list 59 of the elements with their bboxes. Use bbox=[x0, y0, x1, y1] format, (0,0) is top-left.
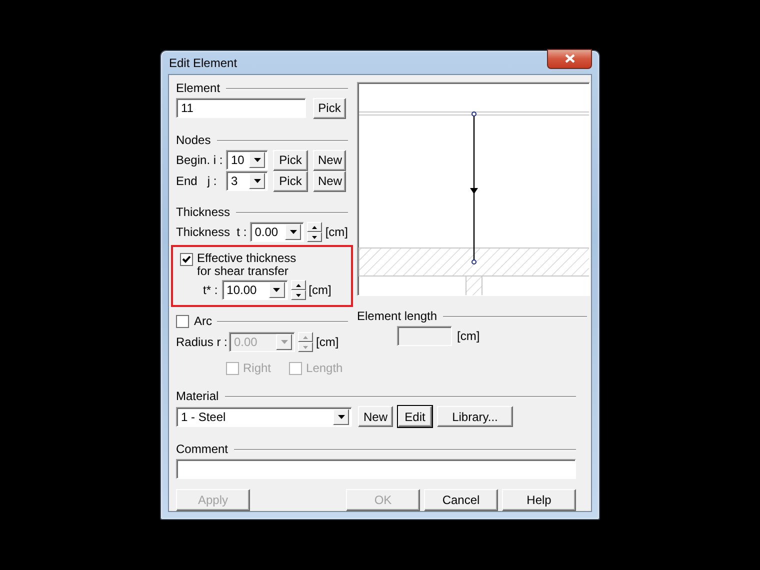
window-title: Edit Element bbox=[169, 56, 238, 70]
up-arrow-icon bbox=[303, 336, 308, 338]
element-field[interactable]: 11 bbox=[176, 98, 306, 118]
length-field bbox=[397, 326, 452, 346]
checkbox[interactable] bbox=[180, 253, 193, 266]
effective-thickness-dropdown[interactable]: 10.00 bbox=[222, 280, 288, 300]
group-label: Thickness bbox=[176, 206, 230, 219]
up-arrow-icon bbox=[296, 284, 301, 286]
group-label: Element bbox=[176, 82, 220, 95]
pick-button[interactable]: Pick bbox=[313, 98, 346, 118]
pick-button[interactable]: Pick bbox=[273, 150, 308, 170]
close-icon bbox=[564, 54, 574, 63]
material-button[interactable]: Edit bbox=[398, 406, 432, 427]
unit-label: [cm] bbox=[316, 335, 339, 349]
down-arrow-icon bbox=[296, 294, 301, 296]
new-button[interactable]: New bbox=[313, 170, 346, 192]
dropdown-arrow-icon bbox=[254, 158, 260, 162]
checkbox-label: Right bbox=[243, 361, 272, 375]
field-label: Thickness t : bbox=[176, 225, 247, 239]
material-button[interactable]: New bbox=[358, 406, 393, 427]
node-dropdown[interactable]: 10 bbox=[226, 150, 268, 170]
group-label: Material bbox=[176, 390, 219, 403]
node-dropdown[interactable]: 3 bbox=[226, 171, 268, 191]
close-button[interactable] bbox=[547, 48, 592, 68]
material-button[interactable]: Library... bbox=[437, 406, 513, 427]
down-arrow-icon bbox=[312, 236, 318, 238]
checkbox-label: Length bbox=[306, 361, 343, 375]
spin-down-button[interactable] bbox=[307, 232, 322, 242]
group-label: Element length bbox=[357, 310, 438, 323]
checkmark-icon bbox=[182, 255, 191, 264]
group-label: Nodes bbox=[176, 134, 211, 147]
spin-up-button[interactable] bbox=[290, 280, 306, 290]
checkbox-label: Effective thickness bbox=[197, 252, 296, 265]
pick-button[interactable]: Pick bbox=[273, 170, 308, 192]
field-label: Begin. i : bbox=[176, 153, 221, 167]
comment-field[interactable] bbox=[176, 459, 576, 479]
checkbox-label: for shear transfer bbox=[197, 265, 290, 278]
dropdown-arrow-icon bbox=[254, 179, 260, 183]
down-arrow-icon bbox=[303, 346, 308, 348]
checkbox-label: Arc bbox=[194, 315, 212, 328]
field-label: End j : bbox=[176, 174, 218, 188]
unit-label: [cm] bbox=[308, 283, 332, 297]
dropdown-arrow-icon bbox=[280, 340, 288, 344]
up-arrow-icon bbox=[312, 226, 318, 228]
new-button[interactable]: New bbox=[313, 150, 346, 170]
field-label: t* : bbox=[203, 283, 218, 297]
thickness-dropdown[interactable]: 0.00 bbox=[250, 222, 304, 242]
unit-label: [cm] bbox=[325, 225, 348, 239]
spin-up-button[interactable] bbox=[307, 222, 322, 232]
unit-label: [cm] bbox=[457, 329, 480, 343]
dropdown-arrow-icon bbox=[273, 288, 280, 292]
dropdown-arrow-icon bbox=[338, 414, 344, 418]
dialog-button[interactable]: Cancel bbox=[424, 489, 498, 511]
material-dropdown[interactable]: 1 - Steel bbox=[176, 406, 352, 426]
dropdown-arrow-icon bbox=[290, 230, 297, 234]
spin-down-button[interactable] bbox=[290, 290, 306, 300]
field-label: Radius r : bbox=[176, 335, 226, 349]
dialog-button[interactable]: Help bbox=[502, 489, 576, 511]
group-label: Comment bbox=[176, 443, 228, 456]
